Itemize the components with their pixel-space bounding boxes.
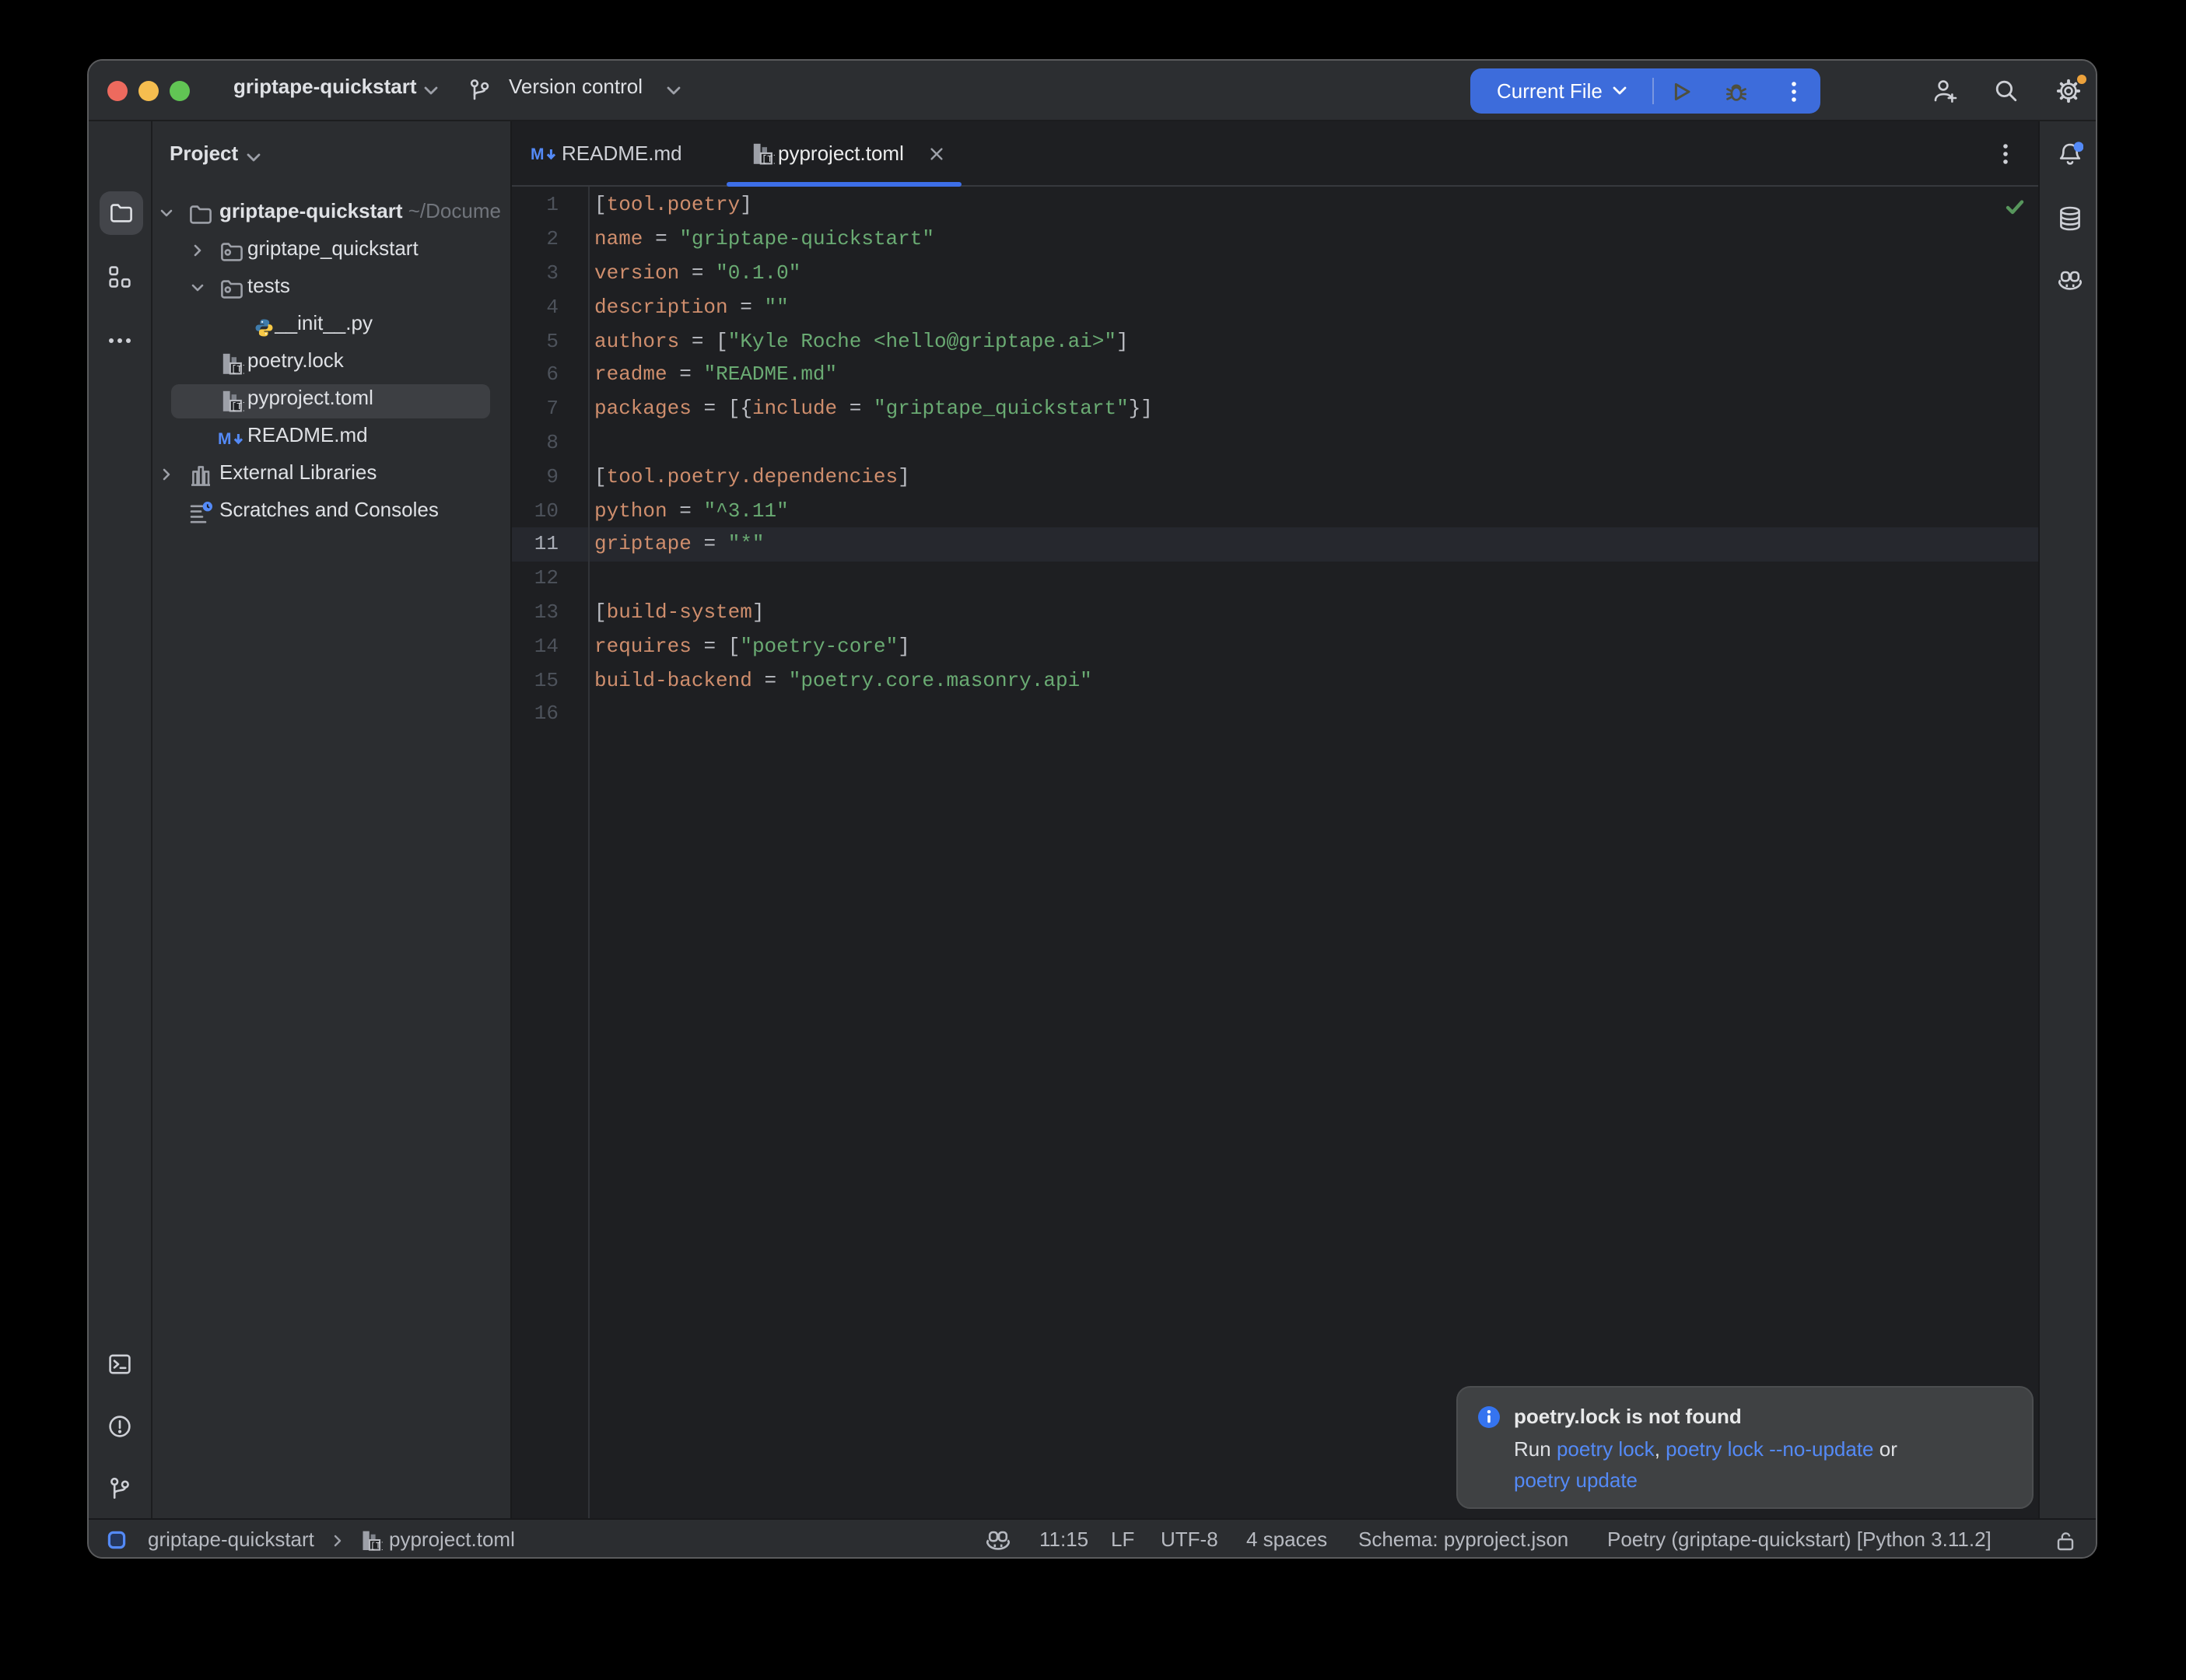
svg-text:[T]: [T] [762,155,775,165]
svg-text:[T]: [T] [231,365,244,375]
svg-text:M: M [218,430,232,448]
svg-text:[T]: [T] [370,1542,383,1551]
svg-text:[T]: [T] [231,402,244,412]
svg-text:M: M [531,145,545,163]
